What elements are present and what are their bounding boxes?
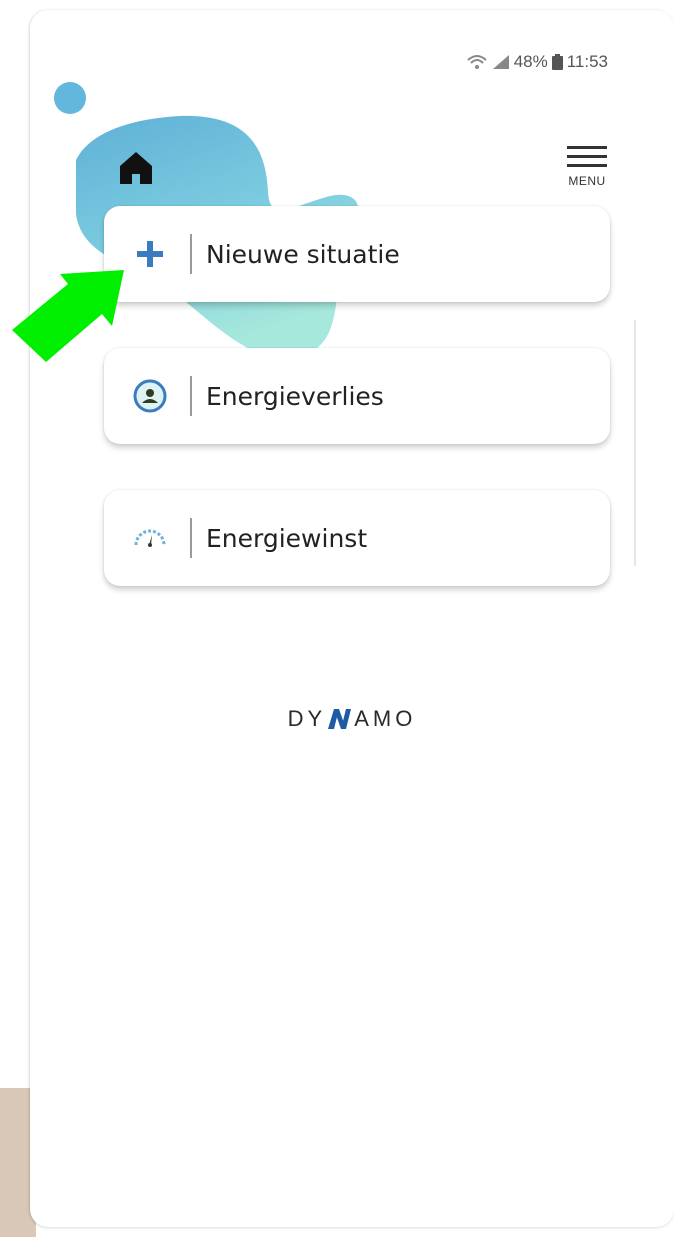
screen: 48% 11:53 MENU Nieuwe situatie Energieve… xyxy=(0,0,674,1237)
home-icon[interactable] xyxy=(118,150,154,186)
menu-label: MENU xyxy=(568,174,606,188)
plus-icon xyxy=(130,234,170,274)
logo-text-suffix: AMO xyxy=(354,706,417,731)
logo-text-prefix: DY xyxy=(287,706,327,731)
green-pointer-arrow-icon xyxy=(12,270,124,362)
card-divider xyxy=(190,234,192,274)
phone-screen: 48% 11:53 MENU Nieuwe situatie Energieve… xyxy=(30,10,674,1227)
energy-gain-button[interactable]: Energiewinst xyxy=(104,490,610,586)
dynamo-logo: DY AMO xyxy=(30,706,674,732)
signal-icon xyxy=(492,55,509,69)
card-label: Energiewinst xyxy=(206,523,368,553)
energy-loss-button[interactable]: Energieverlies xyxy=(104,348,610,444)
card-divider xyxy=(190,518,192,558)
card-divider xyxy=(190,376,192,416)
new-situation-button[interactable]: Nieuwe situatie xyxy=(104,206,610,302)
logo-n-mark xyxy=(328,709,352,729)
card-label: Nieuwe situatie xyxy=(206,239,400,269)
hamburger-icon xyxy=(567,146,607,167)
battery-percentage: 48% xyxy=(513,52,548,71)
status-bar: 48% 11:53 xyxy=(466,52,608,72)
gauge-icon xyxy=(130,518,170,558)
menu-button[interactable]: MENU xyxy=(558,140,616,192)
scroll-edge xyxy=(634,320,636,566)
battery-icon xyxy=(551,54,563,70)
card-label: Energieverlies xyxy=(206,381,384,411)
clock: 11:53 xyxy=(566,52,608,71)
person-circle-icon xyxy=(130,376,170,416)
wifi-icon xyxy=(467,55,487,69)
